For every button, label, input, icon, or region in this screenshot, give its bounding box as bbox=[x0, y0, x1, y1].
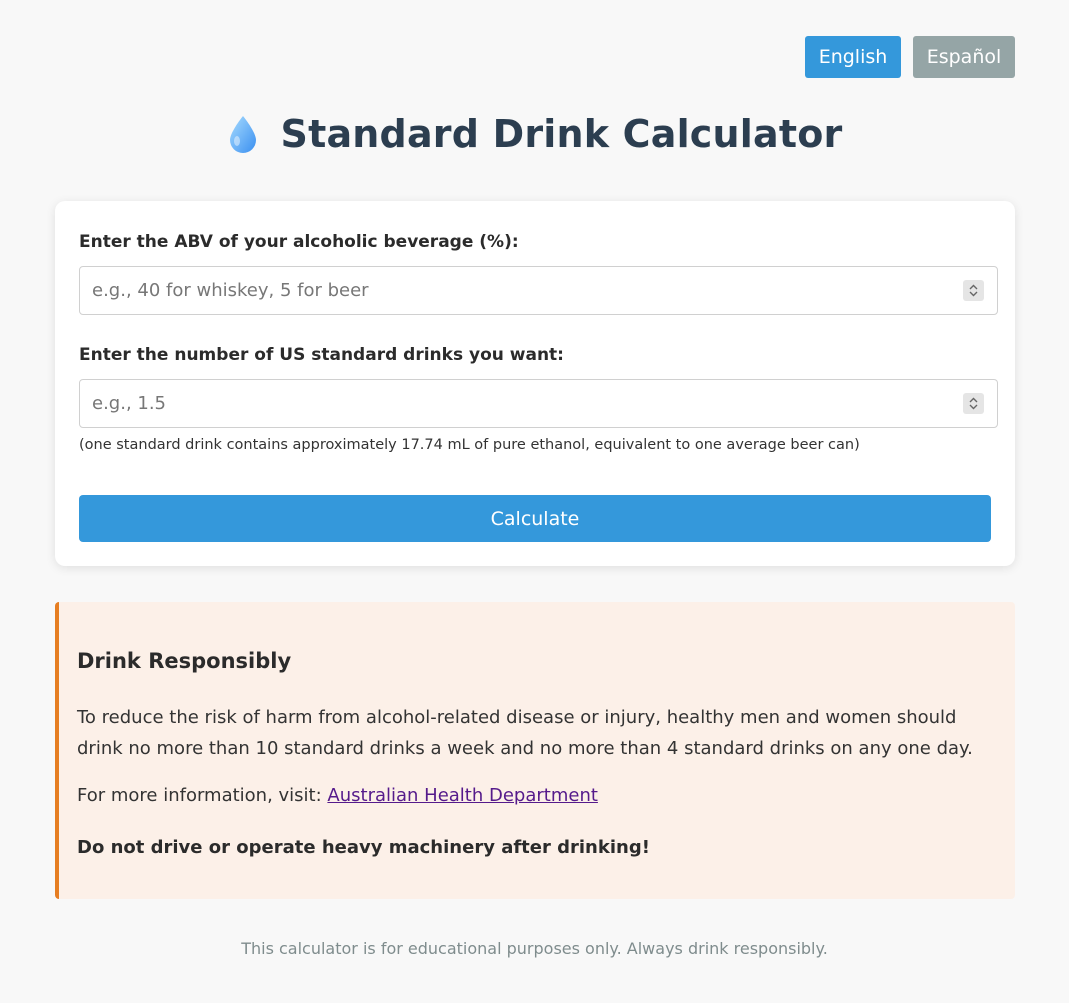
page-header: Standard Drink Calculator bbox=[0, 112, 1069, 156]
page: English Español Standard Drink Calculato… bbox=[0, 0, 1069, 1003]
calculate-button[interactable]: Calculate bbox=[79, 495, 991, 542]
water-drop-icon bbox=[227, 112, 259, 156]
drinks-label: Enter the number of US standard drinks y… bbox=[79, 345, 564, 365]
more-info-prefix: For more information, visit: bbox=[77, 785, 328, 806]
stepper-arrows-icon bbox=[969, 397, 978, 410]
drinks-field bbox=[79, 379, 998, 428]
english-button[interactable]: English bbox=[805, 36, 901, 78]
abv-label: Enter the ABV of your alcoholic beverage… bbox=[79, 232, 519, 252]
drinks-input[interactable] bbox=[80, 380, 940, 427]
abv-input[interactable] bbox=[80, 267, 940, 314]
stepper-arrows-icon bbox=[969, 284, 978, 297]
warning-text: To reduce the risk of harm from alcohol-… bbox=[77, 707, 973, 759]
drinks-stepper[interactable] bbox=[963, 393, 984, 414]
health-department-link[interactable]: Australian Health Department bbox=[327, 785, 598, 806]
warning-box: Drink Responsibly To reduce the risk of … bbox=[55, 602, 1015, 899]
footer-disclaimer: This calculator is for educational purpo… bbox=[241, 939, 828, 958]
warning-title: Drink Responsibly bbox=[77, 649, 292, 673]
driving-warning: Do not drive or operate heavy machinery … bbox=[77, 837, 650, 858]
standard-drink-hint: (one standard drink contains approximate… bbox=[79, 437, 860, 453]
calculator-card: Enter the ABV of your alcoholic beverage… bbox=[55, 201, 1015, 566]
abv-stepper[interactable] bbox=[963, 280, 984, 301]
spanish-button[interactable]: Español bbox=[913, 36, 1015, 78]
abv-field bbox=[79, 266, 998, 315]
page-title: Standard Drink Calculator bbox=[280, 112, 843, 156]
more-info: For more information, visit: Australian … bbox=[77, 785, 598, 806]
language-switcher: English Español bbox=[805, 36, 1015, 78]
